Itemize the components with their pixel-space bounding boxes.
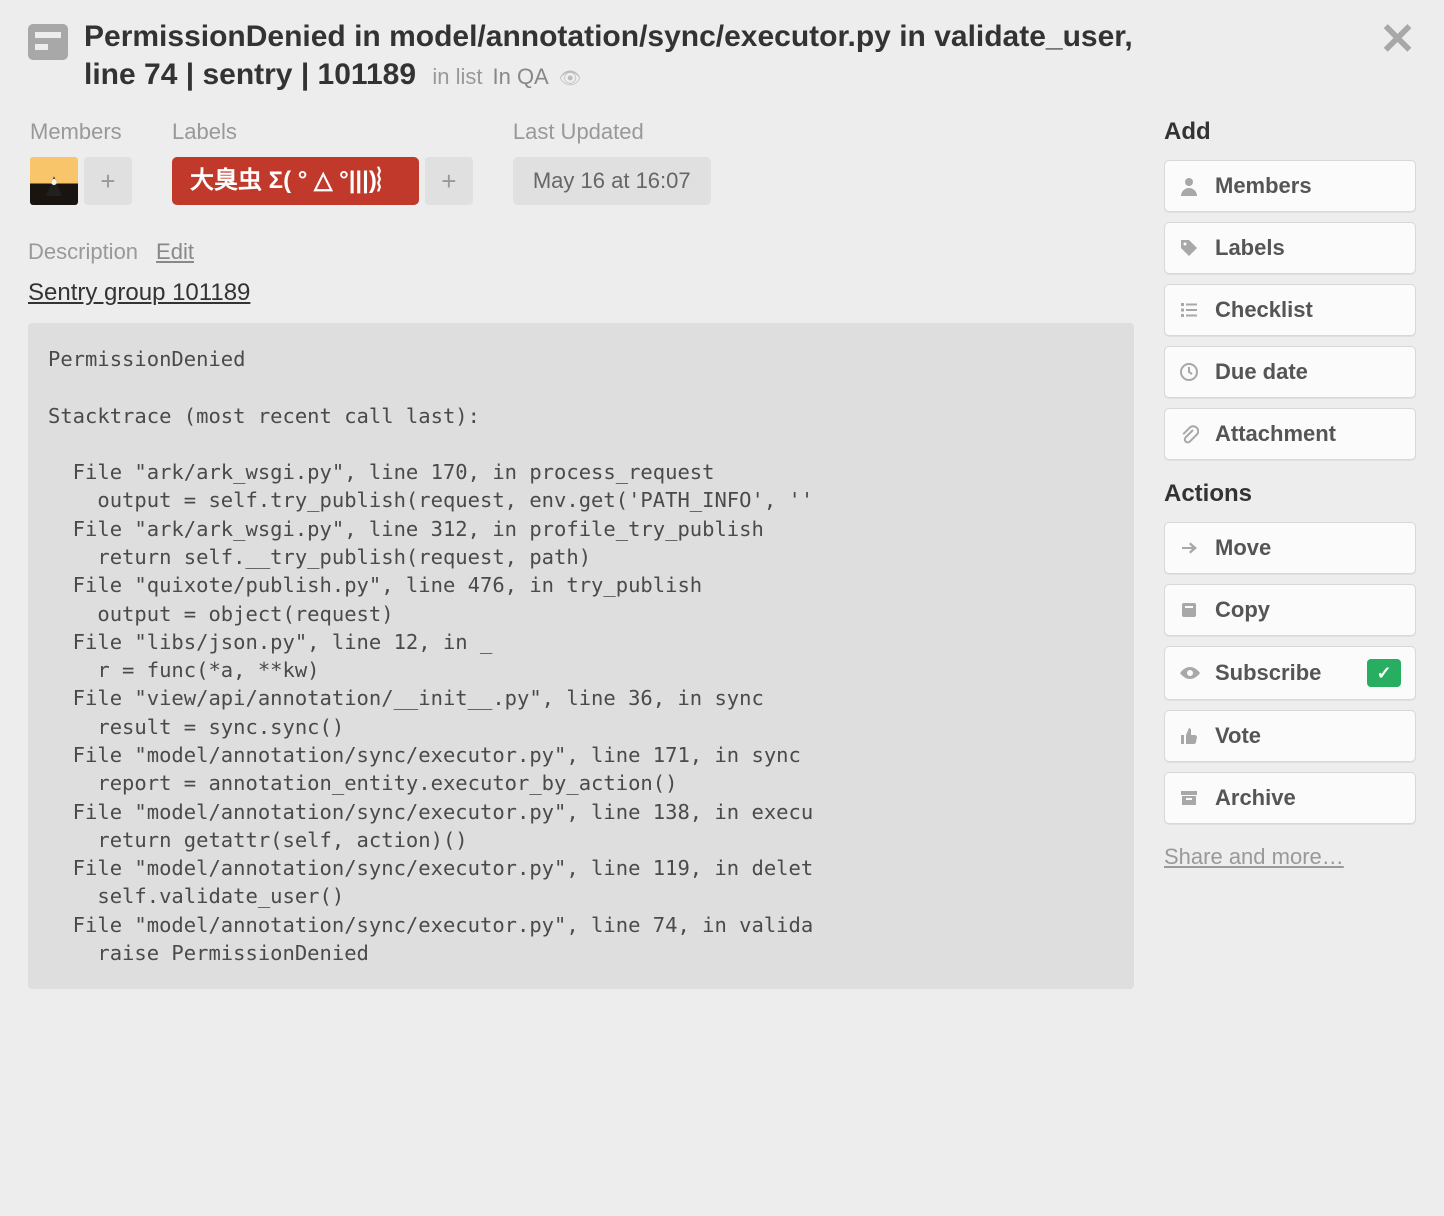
eye-icon <box>1179 663 1201 683</box>
add-checklist-button[interactable]: Checklist <box>1164 284 1416 336</box>
add-members-button[interactable]: Members <box>1164 160 1416 212</box>
archive-icon <box>1179 788 1201 808</box>
action-label: Copy <box>1215 597 1270 623</box>
subscribed-check-icon: ✓ <box>1367 659 1401 687</box>
card-title[interactable]: PermissionDenied in model/annotation/syn… <box>84 20 1133 91</box>
close-button[interactable]: ✕ <box>1379 18 1416 62</box>
action-label: Attachment <box>1215 421 1336 447</box>
action-label: Vote <box>1215 723 1261 749</box>
arrow-icon <box>1179 538 1201 558</box>
sentry-group-link[interactable]: Sentry group 101189 <box>28 279 250 307</box>
action-label: Due date <box>1215 359 1308 385</box>
action-copy-button[interactable]: Copy <box>1164 584 1416 636</box>
action-label: Checklist <box>1215 297 1313 323</box>
add-label-button[interactable]: + <box>425 157 473 205</box>
add-labels-button[interactable]: Labels <box>1164 222 1416 274</box>
thumb-icon <box>1179 726 1201 746</box>
last-updated-value: May 16 at 16:07 <box>513 157 711 205</box>
action-label: Subscribe <box>1215 660 1321 686</box>
actions-heading: Actions <box>1164 480 1416 508</box>
in-list-prefix: in list <box>432 63 482 91</box>
add-attachment-button[interactable]: Attachment <box>1164 408 1416 460</box>
action-move-button[interactable]: Move <box>1164 522 1416 574</box>
action-label: Labels <box>1215 235 1285 261</box>
add-heading: Add <box>1164 118 1416 146</box>
add-member-button[interactable]: + <box>84 157 132 205</box>
add-due-date-button[interactable]: Due date <box>1164 346 1416 398</box>
user-icon <box>1179 176 1201 196</box>
action-label: Move <box>1215 535 1271 561</box>
label-chip[interactable]: 大臭虫 Σ( ° △ °|||)︴ <box>172 157 419 205</box>
card-icon <box>28 24 68 60</box>
members-heading: Members <box>30 119 132 145</box>
share-more-link[interactable]: Share and more… <box>1164 844 1344 870</box>
action-vote-button[interactable]: Vote <box>1164 710 1416 762</box>
edit-description-link[interactable]: Edit <box>156 239 194 265</box>
clock-icon <box>1179 362 1201 382</box>
list-link[interactable]: In QA <box>492 63 548 91</box>
member-avatar[interactable] <box>30 157 78 205</box>
checklist-icon <box>1179 300 1201 320</box>
copy-icon <box>1179 600 1201 620</box>
watching-eye-icon <box>559 63 582 91</box>
action-label: Members <box>1215 173 1312 199</box>
action-label: Archive <box>1215 785 1296 811</box>
tag-icon <box>1179 238 1201 258</box>
action-subscribe-button[interactable]: Subscribe ✓ <box>1164 646 1416 700</box>
last-updated-heading: Last Updated <box>513 119 711 145</box>
action-archive-button[interactable]: Archive <box>1164 772 1416 824</box>
clip-icon <box>1179 424 1201 444</box>
stacktrace-block: PermissionDenied Stacktrace (most recent… <box>28 323 1134 989</box>
description-heading: Description <box>28 239 138 265</box>
labels-heading: Labels <box>172 119 473 145</box>
